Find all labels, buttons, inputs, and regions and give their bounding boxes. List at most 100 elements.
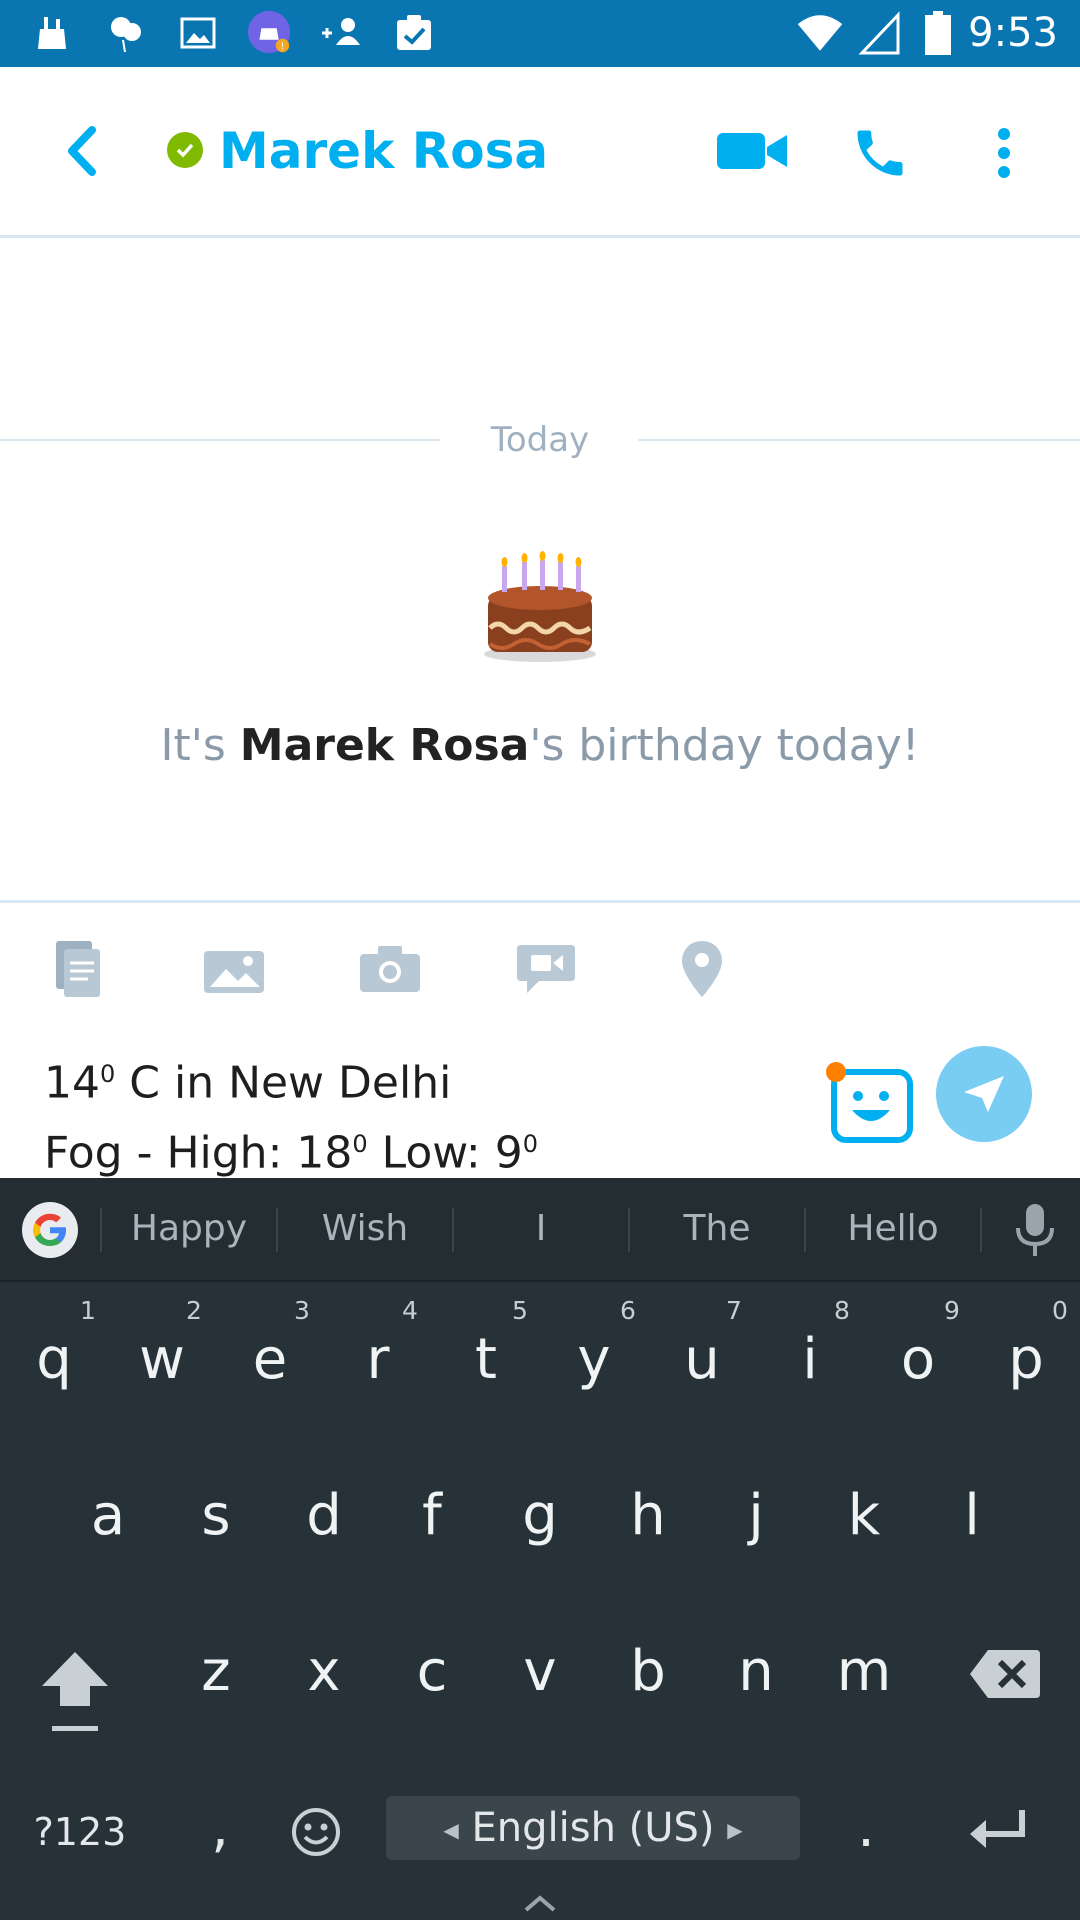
compose-text: 0 — [522, 1129, 538, 1158]
emoji-key[interactable] — [290, 1806, 342, 1858]
key-hint: 0 — [1052, 1296, 1068, 1325]
key[interactable]: r — [338, 1320, 418, 1400]
space-label: English (US) — [471, 1805, 715, 1851]
suggestion-item[interactable]: Happy — [102, 1178, 276, 1280]
key[interactable]: t — [446, 1320, 526, 1400]
key[interactable]: j — [716, 1476, 796, 1556]
key[interactable]: h — [608, 1476, 688, 1556]
key-hint: 4 — [402, 1296, 418, 1325]
key[interactable]: x — [284, 1632, 364, 1712]
key[interactable]: g — [500, 1476, 580, 1556]
enter-key[interactable] — [966, 1802, 1030, 1858]
suggestion-divider — [980, 1208, 982, 1252]
key[interactable]: w — [122, 1320, 202, 1400]
key-hint: 3 — [294, 1296, 310, 1325]
message-composer: 140 C in New Delhi Fog - High: 180 Low: … — [0, 1030, 1080, 1178]
backspace-key[interactable] — [968, 1646, 1042, 1706]
key[interactable]: a — [68, 1476, 148, 1556]
birthday-notice: It's Marek Rosa's birthday today! — [0, 716, 1080, 776]
compose-text: 0 — [352, 1129, 368, 1158]
compose-text: Low: 9 — [367, 1127, 523, 1179]
hide-keyboard-button[interactable] — [520, 1890, 560, 1916]
suggestion-strip: Happy Wish I The Hello — [0, 1178, 1080, 1282]
suggestion-item[interactable]: Wish — [278, 1178, 452, 1280]
video-message-button[interactable] — [506, 933, 586, 1005]
emoji-icon — [292, 1808, 340, 1856]
send-icon — [964, 1076, 1004, 1112]
key-hint: 8 — [834, 1296, 850, 1325]
signal-icon — [856, 9, 904, 57]
contact-name[interactable]: Marek Rosa — [219, 119, 548, 183]
space-key[interactable]: ◀ English (US) ▶ — [386, 1796, 800, 1860]
shift-key[interactable] — [36, 1646, 114, 1736]
location-pin-icon — [682, 941, 722, 997]
key[interactable]: f — [392, 1476, 472, 1556]
send-file-button[interactable] — [38, 933, 118, 1005]
key[interactable]: k — [824, 1476, 904, 1556]
key[interactable]: v — [500, 1632, 580, 1712]
send-photo-button[interactable] — [194, 933, 274, 1005]
compose-text: C in New Delhi — [115, 1057, 452, 1109]
share-location-button[interactable] — [662, 933, 742, 1005]
comma-key[interactable]: , — [200, 1788, 240, 1868]
birthday-cake-icon — [484, 551, 596, 662]
birthday-prefix: It's — [160, 720, 240, 771]
message-input[interactable]: 140 C in New Delhi Fog - High: 180 Low: … — [44, 1044, 538, 1183]
mic-icon — [1016, 1204, 1054, 1256]
key[interactable]: n — [716, 1632, 796, 1712]
key-hint: 1 — [80, 1296, 96, 1325]
key[interactable]: u — [662, 1320, 742, 1400]
compose-text: 14 — [44, 1057, 100, 1109]
camera-button[interactable] — [350, 933, 430, 1005]
key[interactable]: d — [284, 1476, 364, 1556]
status-time: 9:53 — [968, 10, 1058, 56]
suggestion-item[interactable]: I — [454, 1178, 628, 1280]
key[interactable]: l — [932, 1476, 1012, 1556]
key[interactable]: m — [824, 1632, 904, 1712]
video-message-icon — [517, 945, 575, 993]
key[interactable]: e — [230, 1320, 310, 1400]
period-key[interactable]: . — [846, 1788, 886, 1868]
divider-line — [638, 439, 1080, 441]
suggestion-item[interactable]: The — [630, 1178, 804, 1280]
google-button[interactable] — [22, 1202, 78, 1258]
message-list: Today It's Marek Rosa's birthday today! — [0, 238, 1080, 900]
backspace-icon — [970, 1650, 1040, 1698]
back-button[interactable] — [50, 119, 114, 183]
compose-text: Fog - High: 18 — [44, 1127, 353, 1179]
send-button[interactable] — [936, 1046, 1032, 1142]
compose-text: 0 — [100, 1060, 116, 1088]
more-vertical-icon — [998, 128, 1010, 178]
task-check-icon — [390, 9, 438, 57]
add-contact-icon — [318, 9, 366, 57]
key[interactable]: y — [554, 1320, 634, 1400]
key[interactable]: i — [770, 1320, 850, 1400]
more-options-button[interactable] — [980, 113, 1028, 193]
voice-input-button[interactable] — [1010, 1202, 1060, 1258]
google-icon — [33, 1213, 66, 1246]
key[interactable]: z — [176, 1632, 256, 1712]
voice-call-button[interactable] — [840, 113, 920, 193]
symbols-key[interactable]: ?123 — [30, 1802, 130, 1862]
balloons-icon — [102, 9, 150, 57]
conversation-header: Marek Rosa — [0, 67, 1080, 238]
key[interactable]: o — [878, 1320, 958, 1400]
presence-online-icon — [167, 132, 203, 168]
wifi-icon — [796, 9, 844, 57]
emoticon-button[interactable] — [822, 1050, 918, 1150]
battery-icon — [914, 9, 962, 57]
app-alert-icon: ! — [246, 9, 294, 57]
key[interactable]: p — [986, 1320, 1066, 1400]
key[interactable]: q — [14, 1320, 94, 1400]
key-hint: 6 — [620, 1296, 636, 1325]
key-hint: 5 — [512, 1296, 528, 1325]
key[interactable]: b — [608, 1632, 688, 1712]
on-screen-keyboard: Happy Wish I The Hello q 1 w 2 e 3 r 4 t… — [0, 1178, 1080, 1920]
key[interactable]: c — [392, 1632, 472, 1712]
svg-text:!: ! — [281, 41, 285, 52]
attachment-toolbar — [0, 900, 1080, 1033]
suggestion-item[interactable]: Hello — [806, 1178, 980, 1280]
video-call-button[interactable] — [712, 121, 792, 181]
key[interactable]: s — [176, 1476, 256, 1556]
key-hint: 9 — [944, 1296, 960, 1325]
